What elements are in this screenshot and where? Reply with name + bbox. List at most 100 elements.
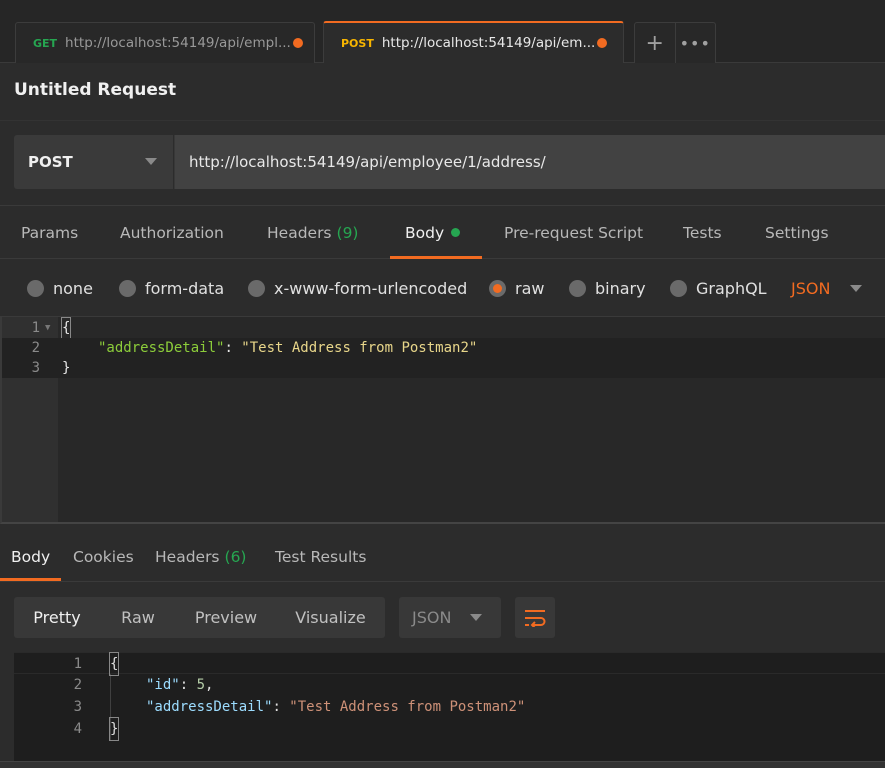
request-title[interactable]: Untitled Request: [14, 80, 176, 100]
unsaved-dot-icon: [292, 38, 303, 48]
radio-circle-icon: [248, 279, 265, 297]
tab-actions: + •••: [634, 22, 716, 63]
chevron-down-icon: [470, 614, 482, 621]
wrap-lines-button[interactable]: [515, 597, 555, 638]
line-number: 1: [31, 320, 40, 336]
view-raw-button[interactable]: Raw: [100, 597, 176, 638]
radio-label: none: [53, 278, 93, 298]
radio-x-www-form-urlencoded[interactable]: x-www-form-urlencoded: [248, 260, 467, 316]
radio-label: form-data: [145, 278, 225, 298]
tab-label: Body: [405, 223, 445, 242]
code-line: 1 {: [14, 652, 885, 676]
response-tabs: Body Cookies Headers (6) Test Results: [0, 532, 885, 582]
tab-method: GET: [33, 36, 58, 50]
tab-label: Authorization: [120, 223, 224, 242]
json-value: 5: [196, 677, 206, 693]
url-input[interactable]: http://localhost:54149/api/employee/1/ad…: [174, 135, 885, 189]
code-text: }: [108, 717, 120, 741]
request-tab-get[interactable]: GET http://localhost:54149/api/empl...: [15, 22, 315, 63]
radio-raw[interactable]: raw: [489, 260, 544, 316]
line-number: 1: [73, 656, 82, 672]
language-value: JSON: [791, 278, 831, 298]
json-key: "addressDetail": [146, 699, 273, 715]
tab-params[interactable]: Params: [21, 206, 78, 259]
response-tab-cookies[interactable]: Cookies: [73, 532, 134, 581]
method-value: POST: [28, 153, 73, 171]
view-preview-button[interactable]: Preview: [176, 597, 276, 638]
json-value: "Test Address from Postman2": [289, 699, 526, 715]
tab-label: Headers: [155, 547, 220, 566]
code-line: 3 "addressDetail": "Test Address from Po…: [14, 696, 885, 718]
request-body-editor[interactable]: 1 ▼ { 2 "addressDetail": "Test Address f…: [0, 316, 885, 524]
new-tab-button[interactable]: +: [635, 23, 675, 63]
request-tab-post[interactable]: POST http://localhost:54149/api/em...: [323, 21, 624, 63]
json-key: "addressDetail": [98, 340, 225, 356]
tab-label: Test Results: [275, 547, 367, 566]
radio-binary[interactable]: binary: [569, 260, 646, 316]
response-language-select[interactable]: JSON: [399, 597, 501, 638]
radio-circle-icon: [119, 279, 136, 297]
radio-form-data[interactable]: form-data: [119, 260, 224, 316]
wrap-lines-icon: [525, 609, 546, 627]
code-line: 4 }: [14, 717, 885, 741]
code-line: 2 "addressDetail": "Test Address from Po…: [2, 338, 885, 358]
radio-label: x-www-form-urlencoded: [274, 278, 468, 298]
code-text: "addressDetail": "Test Address from Post…: [98, 338, 477, 358]
radio-circle-icon: [27, 279, 44, 297]
code-text: }: [62, 360, 71, 376]
view-label: Raw: [121, 608, 155, 627]
code-line: 1 ▼ {: [2, 317, 885, 339]
plus-icon: +: [645, 30, 664, 56]
body-indicator-dot-icon: [451, 228, 461, 237]
tab-pre-request-script[interactable]: Pre-request Script: [504, 206, 643, 259]
method-select[interactable]: POST: [14, 135, 173, 189]
response-tab-test-results[interactable]: Test Results: [275, 532, 366, 581]
radio-circle-icon: [569, 279, 586, 297]
chevron-down-icon: [145, 158, 157, 165]
code-text: {: [60, 317, 72, 339]
line-number: 3: [73, 699, 82, 715]
view-pretty-button[interactable]: Pretty: [14, 597, 100, 638]
tab-label: Params: [21, 223, 79, 242]
tab-url: http://localhost:54149/api/empl...: [65, 35, 291, 51]
json-sep: :: [272, 699, 290, 715]
tab-label: Tests: [683, 223, 722, 242]
json-value: "Test Address from Postman2": [241, 340, 478, 356]
response-tab-body[interactable]: Body: [0, 532, 62, 581]
code-text: "addressDetail": "Test Address from Post…: [146, 696, 525, 718]
line-number: 4: [73, 721, 82, 737]
json-sep: :: [224, 340, 242, 356]
headers-count: (6): [224, 547, 247, 566]
more-tabs-button[interactable]: •••: [674, 23, 716, 63]
tab-authorization[interactable]: Authorization: [120, 206, 224, 259]
request-tabs: Params Authorization Headers (9) Body Pre…: [0, 205, 885, 259]
url-value: http://localhost:54149/api/employee/1/ad…: [189, 153, 546, 171]
line-number: 3: [31, 360, 40, 376]
response-body-viewer[interactable]: 1 { 2 "id": 5, 3 "addressDetail": "Test …: [14, 652, 885, 761]
tab-settings[interactable]: Settings: [765, 206, 829, 259]
fold-arrow-icon[interactable]: ▼: [45, 318, 50, 338]
radio-circle-icon: [670, 279, 687, 297]
tab-url: http://localhost:54149/api/em...: [381, 35, 596, 51]
body-mode-row: none form-data x-www-form-urlencoded raw…: [0, 260, 885, 316]
view-label: Visualize: [295, 608, 366, 627]
tab-label: Headers: [267, 223, 332, 242]
language-value: JSON: [412, 608, 452, 627]
json-sep: ,: [205, 677, 214, 693]
radio-none[interactable]: none: [27, 260, 93, 316]
bottom-scrollbar[interactable]: [0, 761, 885, 768]
code-line: 2 "id": 5,: [14, 674, 885, 696]
tab-tests[interactable]: Tests: [683, 206, 722, 259]
tab-headers[interactable]: Headers (9): [267, 206, 358, 259]
tab-label: Body: [11, 547, 51, 566]
radio-graphql[interactable]: GraphQL: [670, 260, 767, 316]
tab-label: Settings: [765, 223, 829, 242]
view-visualize-button[interactable]: Visualize: [276, 597, 385, 638]
line-number: 2: [31, 340, 40, 356]
body-language-select[interactable]: JSON: [791, 260, 863, 316]
view-label: Pretty: [33, 608, 81, 627]
tab-strip: GET http://localhost:54149/api/empl... P…: [0, 0, 885, 63]
tab-body[interactable]: Body: [389, 206, 483, 259]
chevron-down-icon: [850, 284, 863, 292]
response-tab-headers[interactable]: Headers (6): [155, 532, 246, 581]
